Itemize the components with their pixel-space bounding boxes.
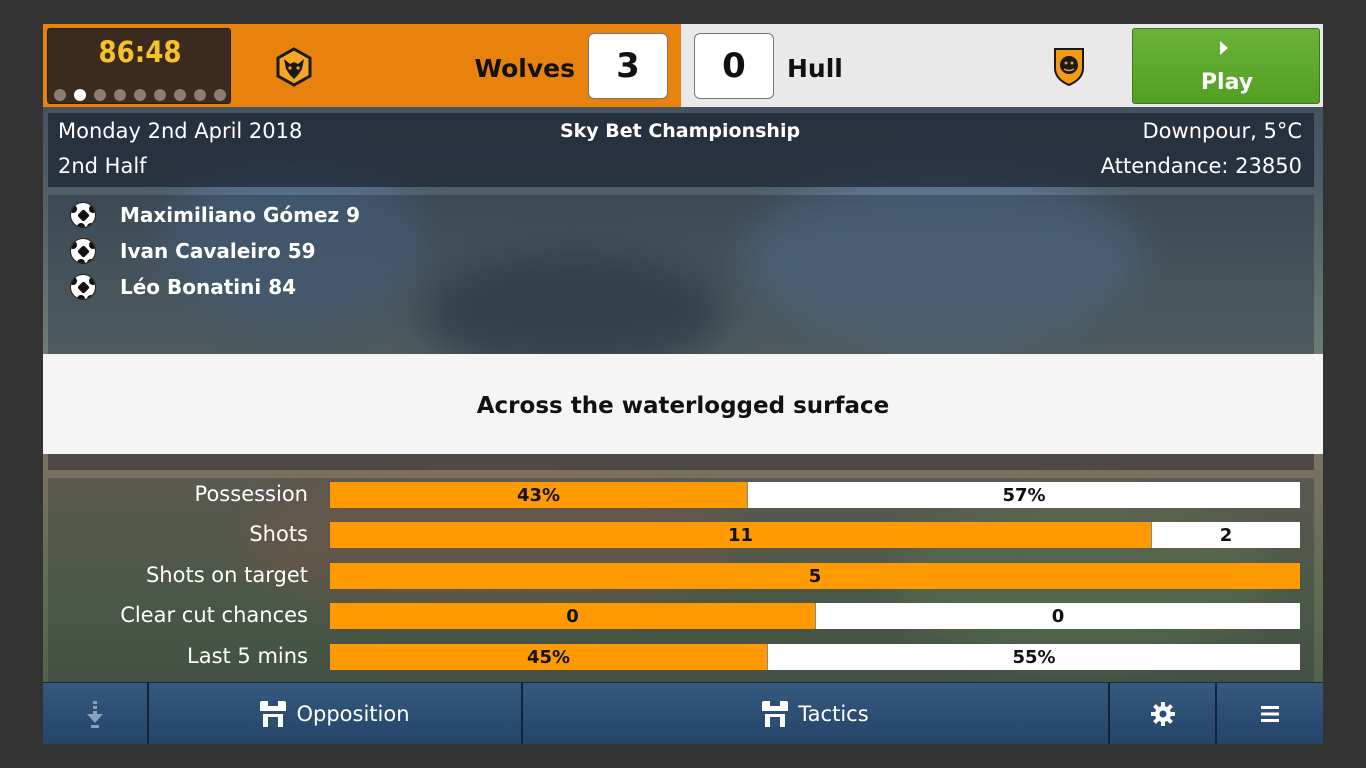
gear-icon — [1150, 702, 1175, 726]
stat-home-value: 11 — [330, 522, 1151, 548]
clock-speed-dot[interactable] — [134, 89, 146, 101]
home-score: 3 — [588, 33, 668, 99]
clock-speed-dot[interactable] — [194, 89, 206, 101]
clock-time: 86:48 — [98, 35, 182, 69]
clock-speed-dot[interactable] — [174, 89, 186, 101]
stat-bar: 43% 57% — [330, 482, 1300, 508]
stat-away-value: 2 — [1151, 522, 1300, 548]
wolves-crest-icon — [276, 47, 312, 87]
stat-row: Clear cut chances 0 0 — [48, 603, 1314, 629]
football-icon — [70, 202, 96, 228]
download-icon — [87, 701, 103, 728]
download-button[interactable] — [43, 683, 149, 744]
goal-row: Maximiliano Gómez 9 — [70, 200, 360, 230]
clock-speed-dot[interactable] — [154, 89, 166, 101]
opposition-button[interactable]: Opposition — [149, 683, 523, 744]
clock-speed-dot[interactable] — [74, 89, 86, 101]
attendance: Attendance: 23850 — [1100, 154, 1302, 178]
home-team-name: Wolves — [474, 54, 575, 83]
weather: Downpour, 5°C — [1142, 119, 1303, 143]
commentary-text: Across the waterlogged surface — [476, 393, 890, 419]
football-icon — [70, 238, 96, 264]
hull-crest-icon — [1054, 48, 1084, 86]
stat-bar: 00 — [330, 603, 1300, 629]
stat-home-value: 0 — [330, 603, 815, 629]
stat-bar: 5 — [330, 563, 1300, 589]
stat-bar: 45% 55% — [330, 644, 1300, 670]
hamburger-menu-icon — [1261, 706, 1279, 722]
match-header: 86:48 Wolves 3 0 Hull Play — [43, 24, 1323, 107]
clock-speed-dot[interactable] — [214, 89, 226, 101]
goal-scorer: Ivan Cavaleiro 59 — [120, 239, 316, 263]
stat-label: Clear cut chances — [120, 603, 308, 627]
bottom-navigation: Opposition Tactics — [43, 682, 1323, 744]
match-info-panel: Monday 2nd April 2018 2nd Half Sky Bet C… — [48, 113, 1314, 187]
play-button[interactable]: Play — [1132, 28, 1320, 104]
match-stats-panel: Possession 43% 57% Shots 11 2 Shots on target 5… — [48, 478, 1314, 682]
shirt-icon — [762, 701, 789, 727]
stat-row: Possession 43% 57% — [48, 482, 1314, 508]
stat-label: Shots — [249, 522, 308, 546]
goal-scorer: Maximiliano Gómez 9 — [120, 203, 361, 227]
competition-name: Sky Bet Championship — [559, 120, 801, 142]
away-score: 0 — [694, 33, 774, 99]
goal-scorer: Léo Bonatini 84 — [120, 275, 297, 299]
menu-button[interactable] — [1217, 683, 1323, 744]
commentary-panel: Across the waterlogged surface — [43, 354, 1323, 454]
stat-home-value: 5 — [330, 563, 1300, 589]
goal-row: Ivan Cavaleiro 59 — [70, 236, 316, 266]
goal-row: Léo Bonatini 84 — [70, 272, 296, 302]
football-icon — [70, 274, 96, 300]
opposition-label: Opposition — [296, 702, 410, 726]
stat-label: Possession — [194, 482, 308, 506]
stat-label: Last 5 mins — [187, 644, 308, 668]
clock-speed-dot[interactable] — [54, 89, 66, 101]
stat-away-value: 0 — [815, 603, 1300, 629]
clock-speed-dot[interactable] — [114, 89, 126, 101]
stat-away-value: 55% — [767, 644, 1300, 670]
goal-scorers-panel: Maximiliano Gómez 9 Ivan Cavaleiro 59 Lé… — [48, 195, 1314, 355]
clock-speed-dots[interactable] — [54, 89, 226, 101]
settings-button[interactable] — [1110, 683, 1217, 744]
shirt-icon — [260, 701, 287, 727]
tactics-button[interactable]: Tactics — [523, 683, 1110, 744]
play-icon — [1220, 41, 1228, 55]
match-screen: 86:48 Wolves 3 0 Hull Play Monday 2nd Ap… — [43, 24, 1323, 744]
match-clock: 86:48 — [47, 28, 231, 104]
stat-bar: 11 2 — [330, 522, 1300, 548]
clock-speed-dot[interactable] — [94, 89, 106, 101]
stat-row: Last 5 mins 45% 55% — [48, 644, 1314, 670]
tactics-label: Tactics — [798, 702, 869, 726]
stat-away-value: 57% — [747, 482, 1300, 508]
stat-label: Shots on target — [145, 563, 308, 587]
stat-row: Shots on target 5 — [48, 563, 1314, 589]
away-team-name: Hull — [787, 54, 843, 83]
stat-home-value: 45% — [330, 644, 767, 670]
play-label: Play — [1200, 70, 1254, 95]
stat-row: Shots 11 2 — [48, 522, 1314, 548]
divider — [48, 454, 1314, 470]
stat-home-value: 43% — [330, 482, 747, 508]
match-period: 2nd Half — [58, 154, 147, 178]
